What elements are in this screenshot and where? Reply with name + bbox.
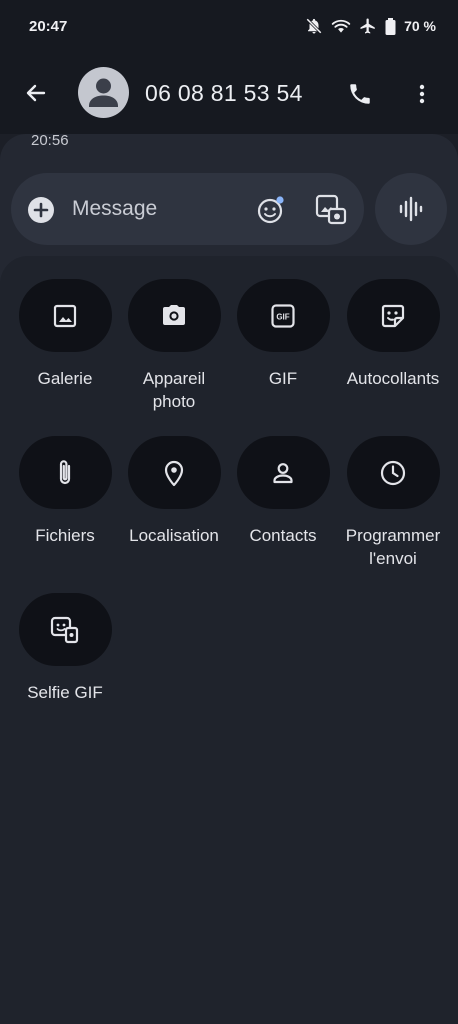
gallery-camera-button[interactable] bbox=[313, 192, 349, 228]
call-button[interactable] bbox=[342, 76, 378, 112]
contacts-button[interactable] bbox=[236, 436, 330, 509]
gif-icon: GIF bbox=[271, 303, 295, 328]
arrow-back-icon bbox=[26, 84, 46, 102]
person-icon bbox=[89, 78, 118, 107]
bell-off-icon bbox=[305, 17, 323, 35]
contact-icon bbox=[273, 462, 293, 483]
status-bar: 20:47 70 % bbox=[0, 0, 458, 54]
status-time: 20:47 bbox=[29, 18, 68, 35]
camera-icon bbox=[163, 304, 185, 325]
message-input[interactable]: Message bbox=[72, 197, 157, 221]
add-circle-icon bbox=[28, 197, 54, 223]
attach-label: Localisation bbox=[129, 526, 219, 545]
avatar[interactable] bbox=[78, 67, 129, 118]
gallery-camera-icon bbox=[315, 194, 347, 225]
files-button[interactable] bbox=[18, 436, 112, 509]
camera-button[interactable] bbox=[127, 279, 221, 352]
messages-screen: 20:47 70 % 06 08 81 53 54 20:56 Message … bbox=[0, 0, 458, 1024]
galerie-button[interactable] bbox=[18, 279, 112, 352]
attach-label: GIF bbox=[268, 369, 298, 388]
attach-autocollants[interactable]: Autocollants bbox=[338, 279, 448, 390]
sticker-icon bbox=[381, 304, 405, 327]
emoji-icon bbox=[257, 196, 284, 224]
attach-label: Contacts bbox=[249, 526, 317, 545]
attach-label: Programmer l'envoi bbox=[345, 526, 441, 568]
back-button[interactable] bbox=[18, 75, 54, 111]
attach-label: Autocollants bbox=[346, 369, 440, 388]
clock-icon bbox=[380, 460, 406, 485]
svg-text:GIF: GIF bbox=[276, 312, 289, 321]
attach-label: Fichiers bbox=[35, 526, 95, 545]
emoji-button[interactable] bbox=[255, 194, 287, 226]
image-icon bbox=[53, 304, 77, 327]
airplane-icon bbox=[359, 17, 377, 35]
status-icons: 70 % bbox=[305, 17, 436, 35]
location-pin-icon bbox=[164, 460, 184, 486]
attach-galerie[interactable]: Galerie bbox=[10, 279, 120, 390]
attach-selfie-gif[interactable]: Selfie GIF bbox=[10, 593, 120, 704]
message-timestamp: 20:56 bbox=[31, 132, 69, 149]
voice-message-button[interactable] bbox=[375, 173, 447, 245]
more-vert-icon bbox=[419, 84, 425, 104]
compose-field[interactable]: Message bbox=[11, 173, 364, 245]
more-options-button[interactable] bbox=[404, 76, 440, 112]
attach-appareil-photo[interactable]: Appareil photo bbox=[119, 279, 229, 413]
location-button[interactable] bbox=[127, 436, 221, 509]
sticker-button[interactable] bbox=[346, 279, 440, 352]
contact-title[interactable]: 06 08 81 53 54 bbox=[145, 80, 303, 107]
selfie-gif-button[interactable] bbox=[18, 593, 112, 666]
paperclip-icon bbox=[59, 459, 71, 484]
add-attachment-button[interactable] bbox=[27, 196, 55, 224]
attach-gif[interactable]: GIF GIF bbox=[228, 279, 338, 390]
gif-button[interactable]: GIF bbox=[236, 279, 330, 352]
attach-localisation[interactable]: Localisation bbox=[119, 436, 229, 547]
phone-icon bbox=[350, 84, 370, 104]
attach-contacts[interactable]: Contacts bbox=[228, 436, 338, 547]
voice-wave-icon bbox=[399, 196, 423, 222]
attachment-panel: Galerie Appareil photo GIF GIF Autocolla… bbox=[0, 256, 458, 1024]
attach-programmer[interactable]: Programmer l'envoi bbox=[338, 436, 448, 570]
attach-label: Appareil photo bbox=[142, 369, 206, 411]
conversation-app-bar: 06 08 81 53 54 bbox=[0, 54, 458, 134]
selfie-gif-icon bbox=[50, 616, 79, 643]
battery-icon bbox=[385, 17, 396, 35]
wifi-icon bbox=[331, 17, 351, 35]
battery-percentage: 70 % bbox=[404, 18, 436, 34]
attach-fichiers[interactable]: Fichiers bbox=[10, 436, 120, 547]
attach-label: Selfie GIF bbox=[27, 683, 103, 702]
attach-label: Galerie bbox=[37, 369, 93, 388]
schedule-button[interactable] bbox=[346, 436, 440, 509]
